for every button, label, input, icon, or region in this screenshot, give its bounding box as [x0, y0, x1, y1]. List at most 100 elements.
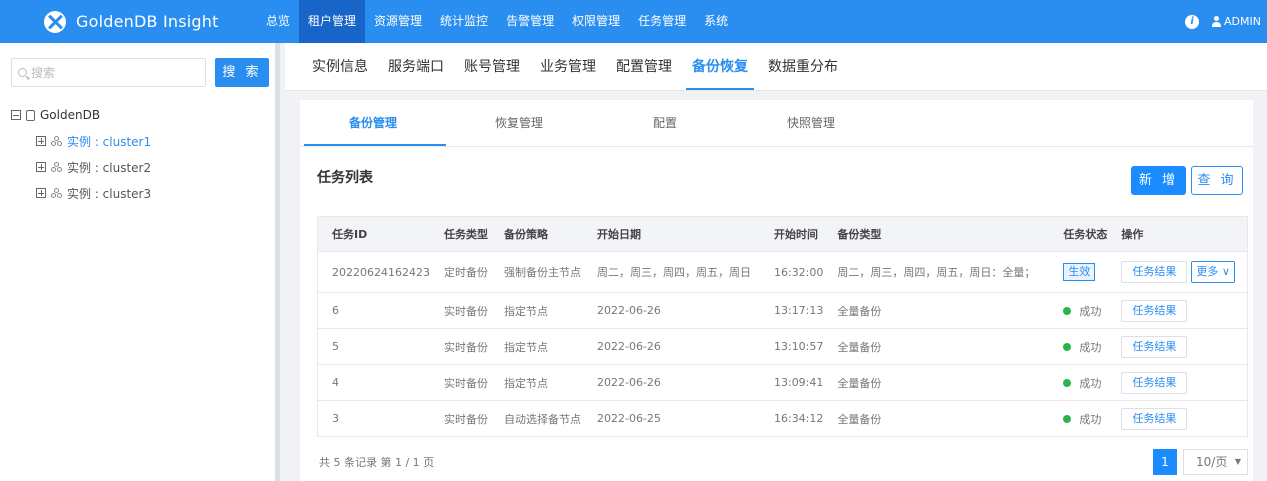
task-result-button[interactable]: 任务结果: [1121, 299, 1188, 322]
col-task-id: 任务ID: [317, 216, 430, 252]
nav-permission[interactable]: 权限管理: [563, 0, 629, 43]
task-status: 成功: [1049, 364, 1108, 401]
add-button[interactable]: 新 增: [1131, 166, 1186, 195]
subtab-redistribution[interactable]: 数据重分布: [758, 43, 848, 90]
query-button[interactable]: 查 询: [1191, 166, 1243, 195]
search-button[interactable]: 搜 索: [215, 58, 269, 87]
task-backup-type: 全量备份: [823, 400, 1050, 437]
backup-tabs: 备份管理 恢复管理 配置 快照管理: [300, 100, 1253, 147]
task-time: 13:09:41: [759, 364, 824, 401]
chevron-down-icon: ∨: [1221, 265, 1230, 278]
expand-icon[interactable]: [36, 136, 46, 146]
task-date: 2022-06-26: [582, 364, 760, 401]
nav-tenant[interactable]: 租户管理: [299, 0, 366, 43]
subtab-business[interactable]: 业务管理: [530, 43, 606, 90]
task-time: 13:17:13: [759, 292, 824, 329]
task-time: 16:32:00: [759, 251, 824, 293]
task-id: 5: [317, 328, 430, 365]
task-type: 实时备份: [429, 292, 490, 329]
task-backup-type: 全量备份: [823, 364, 1050, 401]
user-name[interactable]: ADMIN: [1224, 15, 1261, 28]
table-header: 任务ID 任务类型 备份策略 开始日期 开始时间 备份类型 任务状态 操作: [317, 216, 1248, 252]
page-size-select[interactable]: 10/页 ▼: [1183, 449, 1248, 475]
page-number-button[interactable]: 1: [1153, 449, 1177, 475]
subtab-service-port[interactable]: 服务端口: [378, 43, 454, 90]
more-label: 更多: [1196, 265, 1219, 278]
task-id: 4: [317, 364, 430, 401]
task-actions: 任务结果: [1107, 292, 1248, 329]
cluster-icon: [51, 161, 64, 173]
task-table: 任务ID 任务类型 备份策略 开始日期 开始时间 备份类型 任务状态 操作 20…: [317, 216, 1248, 437]
tree-item-cluster2[interactable]: 实例 : cluster2: [36, 154, 151, 180]
tree-item-cluster3[interactable]: 实例 : cluster3: [36, 180, 151, 206]
task-type: 实时备份: [429, 400, 490, 437]
task-backup-type: 全量备份: [823, 292, 1050, 329]
task-result-button[interactable]: 任务结果: [1121, 371, 1188, 394]
cluster-icon: [51, 135, 64, 147]
col-actions: 操作: [1107, 216, 1248, 252]
caret-down-icon: ▼: [1234, 457, 1241, 466]
main-nav: 总览 租户管理 资源管理 统计监控 告警管理 权限管理 任务管理 系统: [257, 0, 737, 43]
nav-overview[interactable]: 总览: [257, 0, 299, 43]
nav-task[interactable]: 任务管理: [629, 0, 695, 43]
tree-item-label: 实例 : cluster1: [67, 134, 152, 149]
tab-restore-manage[interactable]: 恢复管理: [446, 100, 592, 146]
status-text: 成功: [1079, 376, 1102, 390]
task-result-button[interactable]: 任务结果: [1121, 407, 1188, 430]
task-result-button[interactable]: 任务结果: [1121, 261, 1188, 283]
col-task-type: 任务类型: [429, 216, 490, 252]
subtab-backup-restore[interactable]: 备份恢复: [682, 43, 758, 90]
col-start-date: 开始日期: [582, 216, 760, 252]
task-time: 16:34:12: [759, 400, 824, 437]
search-icon: [18, 68, 27, 77]
table-row: 3 实时备份 自动选择备节点 2022-06-25 16:34:12 全量备份 …: [317, 400, 1248, 437]
col-backup-type: 备份类型: [823, 216, 1050, 252]
subtab-config[interactable]: 配置管理: [606, 43, 682, 90]
col-strategy: 备份策略: [489, 216, 583, 252]
tab-snapshot[interactable]: 快照管理: [738, 100, 884, 146]
tab-backup-manage[interactable]: 备份管理: [300, 100, 446, 146]
sidebar: 搜索 搜 索 GoldenDB 实例 : cluster1 实例 : clust…: [0, 43, 280, 481]
nav-resource[interactable]: 资源管理: [365, 0, 431, 43]
search-input[interactable]: 搜索: [11, 58, 206, 87]
database-icon: [26, 109, 35, 121]
more-button[interactable]: 更多 ∨: [1191, 261, 1235, 283]
user-icon: [1211, 16, 1222, 27]
top-bar: GoldenDB Insight 总览 租户管理 资源管理 统计监控 告警管理 …: [0, 0, 1267, 43]
nav-system[interactable]: 系统: [695, 0, 737, 43]
subtab-instance-info[interactable]: 实例信息: [302, 43, 378, 90]
task-backup-type: 全量备份: [823, 328, 1050, 365]
task-date: 2022-06-26: [582, 292, 760, 329]
expand-icon[interactable]: [36, 162, 46, 172]
task-result-button[interactable]: 任务结果: [1121, 335, 1188, 358]
main-content: 实例信息 服务端口 账号管理 业务管理 配置管理 备份恢复 数据重分布 备份管理…: [285, 43, 1267, 481]
info-icon[interactable]: i: [1185, 14, 1200, 29]
table-row: 4 实时备份 指定节点 2022-06-26 13:09:41 全量备份 成功 …: [317, 364, 1248, 401]
task-strategy: 自动选择备节点: [489, 400, 583, 437]
task-strategy: 强制备份主节点: [489, 251, 583, 293]
task-actions: 任务结果: [1107, 364, 1248, 401]
instance-tree: GoldenDB 实例 : cluster1 实例 : cluster2 实例 …: [11, 102, 151, 206]
tree-root[interactable]: GoldenDB: [11, 102, 151, 128]
logo[interactable]: GoldenDB Insight: [0, 10, 290, 33]
task-type: 定时备份: [429, 251, 490, 293]
task-type: 实时备份: [429, 328, 490, 365]
success-dot-icon: [1063, 414, 1072, 423]
nav-alarm[interactable]: 告警管理: [497, 0, 563, 43]
task-status: 成功: [1049, 292, 1108, 329]
tree-item-cluster1[interactable]: 实例 : cluster1: [36, 128, 151, 154]
expand-icon[interactable]: [36, 188, 46, 198]
tab-config[interactable]: 配置: [592, 100, 738, 146]
task-backup-type: 周二，周三，周四，周五，周日：全量；: [823, 251, 1050, 293]
subtab-account[interactable]: 账号管理: [454, 43, 530, 90]
search-placeholder: 搜索: [31, 66, 56, 80]
collapse-icon[interactable]: [11, 110, 21, 120]
success-dot-icon: [1063, 378, 1072, 387]
task-strategy: 指定节点: [489, 364, 583, 401]
col-status: 任务状态: [1049, 216, 1108, 252]
task-actions: 任务结果: [1107, 328, 1248, 365]
col-start-time: 开始时间: [759, 216, 824, 252]
task-status: 成功: [1049, 400, 1108, 437]
nav-statistics[interactable]: 统计监控: [431, 0, 497, 43]
task-strategy: 指定节点: [489, 328, 583, 365]
